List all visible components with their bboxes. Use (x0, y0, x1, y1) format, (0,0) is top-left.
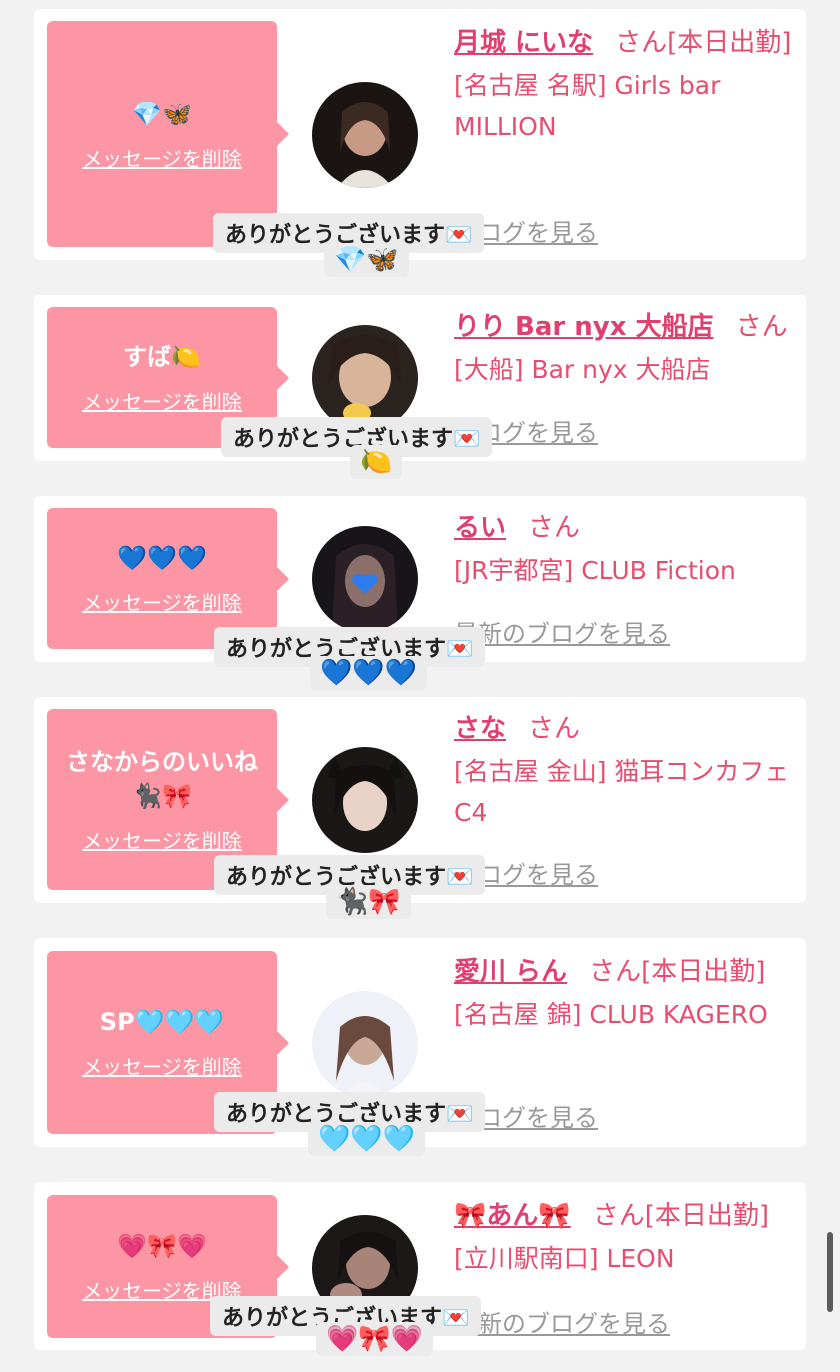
cast-info: さな さん [名古屋 金山] 猫耳コンカフェ C4 (454, 707, 794, 833)
cast-name-link[interactable]: さな (454, 714, 506, 744)
avatar-photo (312, 82, 418, 188)
view-blog-link[interactable]: 最新のブログを見る (454, 614, 670, 649)
delete-message-link[interactable]: メッセージを削除 (82, 825, 242, 854)
shop-name: [名古屋 金山] 猫耳コンカフェ C4 (454, 757, 790, 827)
view-blog-link[interactable]: 最新のブログを見る (454, 1304, 670, 1339)
delete-message-link[interactable]: メッセージを削除 (82, 1051, 242, 1080)
cast-info: 月城 にいな さん[本日出勤] [名古屋 名駅] Girls bar MILLIO… (454, 21, 794, 147)
cast-info: 愛川 らん さん[本日出勤] [名古屋 錦] CLUB KAGERO (454, 950, 794, 1035)
message-card: 💎🦋 メッセージを削除 月城 にいな さん[本日出勤] [名古屋 名駅] Girl… (34, 9, 806, 277)
avatar-photo (312, 526, 418, 632)
bubble-message-text: SP🩵🩵🩵 (99, 1008, 225, 1036)
shop-name: [JR宇都宮] CLUB Fiction (454, 556, 736, 585)
delete-message-link[interactable]: メッセージを削除 (82, 386, 242, 415)
cast-name-link[interactable]: 月城 にいな (454, 28, 593, 58)
delete-message-link[interactable]: メッセージを削除 (82, 587, 242, 616)
avatar-photo (312, 747, 418, 853)
message-card: 💗🎀💗 メッセージを削除 🎀あん🎀 さん[本日出勤] [立川駅南口] LEON 最… (34, 1182, 806, 1356)
shop-name: [大船] Bar nyx 大船店 (454, 355, 711, 384)
shop-name: [立川駅南口] LEON (454, 1244, 675, 1273)
scrollbar[interactable] (827, 1232, 833, 1312)
cast-name-link[interactable]: るい (454, 513, 506, 543)
avatar[interactable] (312, 82, 418, 188)
bubble-message-text: すば🍋 (123, 343, 201, 371)
avatar[interactable] (312, 526, 418, 632)
reply-emoji: 🍋 (350, 445, 403, 479)
message-card: 💙💙💙 メッセージを削除 るい さん [JR宇都宮] CLUB Fiction 最… (34, 496, 806, 690)
delete-message-link[interactable]: メッセージを削除 (82, 143, 242, 172)
status-today: [本日出勤] (644, 1201, 770, 1231)
honorific: さん (528, 714, 581, 744)
reply-emoji: 💗🎀💗 (316, 1322, 434, 1356)
cast-name-link[interactable]: りり Bar nyx 大船店 (454, 312, 714, 342)
bubble-message-text: 💗🎀💗 (117, 1232, 207, 1260)
honorific: さん (589, 957, 642, 987)
cast-info: りり Bar nyx 大船店 さん [大船] Bar nyx 大船店 (454, 305, 794, 390)
honorific: さん (615, 28, 668, 58)
avatar[interactable] (312, 747, 418, 853)
honorific: さん (592, 1201, 645, 1231)
honorific: さん (735, 312, 788, 342)
message-card: すば🍋 メッセージを削除 りり Bar nyx 大船店 さん [大船] Bar n… (34, 295, 806, 479)
reply-emoji: 🐈‍⬛🎀 (326, 885, 411, 919)
bubble-message-text: 💎🦋 (132, 99, 192, 128)
avatar-photo (312, 991, 418, 1097)
avatar-photo (312, 325, 418, 431)
status-today: [本日出勤] (641, 957, 766, 987)
cast-info: 🎀あん🎀 さん[本日出勤] [立川駅南口] LEON (454, 1194, 794, 1279)
honorific: さん (528, 513, 581, 543)
bubble-message-text: 💙💙💙 (117, 544, 207, 572)
reply-emoji: 💎🦋 (324, 243, 409, 277)
message-card: さなからのいいね🐈‍⬛🎀 メッセージを削除 さな さん [名古屋 金山] 猫耳コン… (34, 697, 806, 919)
reply-emoji: 🩵🩵🩵 (308, 1122, 426, 1156)
shop-name: [名古屋 錦] CLUB KAGERO (454, 1000, 768, 1029)
cast-info: るい さん [JR宇都宮] CLUB Fiction (454, 506, 794, 591)
message-card: SP🩵🩵🩵 メッセージを削除 愛川 らん さん[本日出勤] [名古屋 錦] CLU… (34, 938, 806, 1156)
status-today: [本日出勤] (667, 28, 792, 58)
reply-emoji: 💙💙💙 (310, 656, 428, 690)
avatar[interactable] (312, 325, 418, 431)
cast-name-link[interactable]: 🎀あん🎀 (454, 1201, 571, 1231)
shop-name: [名古屋 名駅] Girls bar MILLION (454, 71, 721, 141)
cast-name-link[interactable]: 愛川 らん (454, 957, 567, 987)
bubble-message-text: さなからのいいね🐈‍⬛🎀 (66, 748, 258, 810)
avatar[interactable] (312, 991, 418, 1097)
